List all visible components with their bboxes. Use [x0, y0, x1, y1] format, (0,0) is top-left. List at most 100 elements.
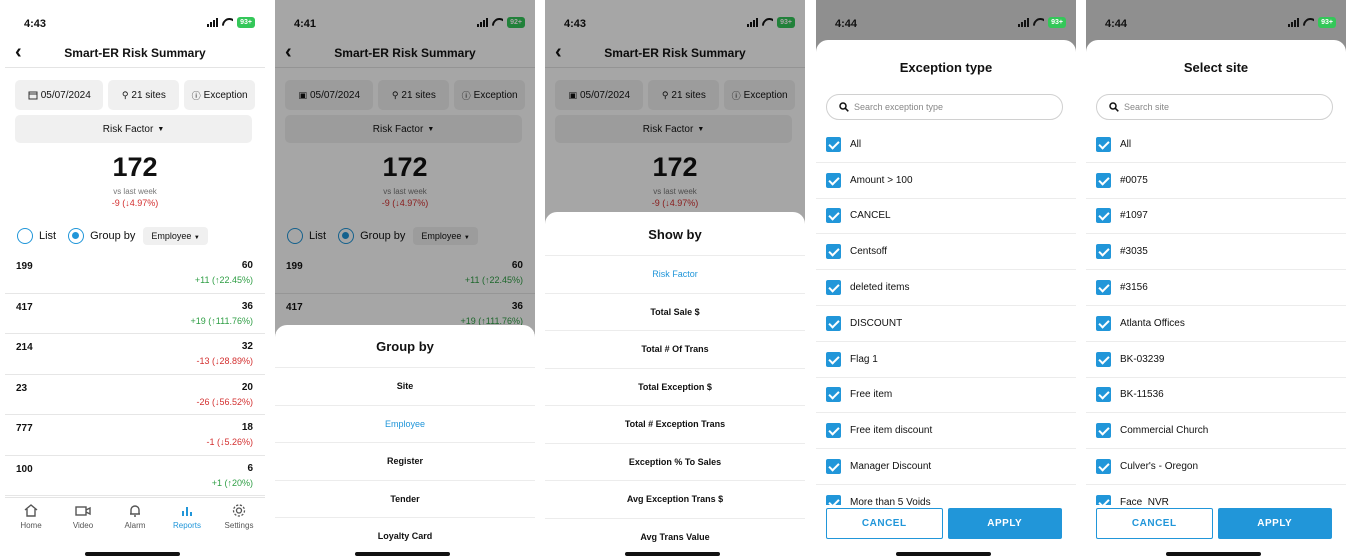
list-item[interactable]: Face_NVR — [1086, 485, 1346, 505]
exception-type-screen: 4:44 93+ Exception type Search exception… — [816, 0, 1076, 559]
checkbox-checked-icon[interactable] — [1096, 351, 1111, 367]
checkbox-checked-icon[interactable] — [1096, 208, 1111, 224]
list-item[interactable]: Free item — [816, 378, 1076, 414]
risk-summary-screen: 4:43 93+ ‹ Smart-ER Risk Summary 05/07/2… — [5, 0, 265, 559]
exception-filter-button[interactable]: ⓘ Exception — [184, 80, 255, 110]
list-radio[interactable] — [17, 228, 33, 244]
checkbox-checked-icon[interactable] — [826, 351, 841, 367]
checkbox-checked-icon[interactable] — [826, 494, 841, 505]
option-exception-pct-sales[interactable]: Exception % To Sales — [545, 442, 805, 481]
list-item[interactable]: #0075 — [1086, 163, 1346, 199]
cancel-button[interactable]: CANCEL — [826, 508, 943, 539]
option-avg-trans-value[interactable]: Avg Trans Value — [545, 517, 805, 556]
checkbox-checked-icon[interactable] — [1096, 387, 1111, 403]
checkbox-checked-icon[interactable] — [826, 387, 841, 403]
checkbox-checked-icon[interactable] — [826, 244, 841, 260]
tab-home[interactable]: Home — [5, 498, 57, 537]
cancel-button[interactable]: CANCEL — [1096, 508, 1213, 539]
checkbox-checked-icon[interactable] — [1096, 280, 1111, 296]
list-item[interactable]: Commercial Church — [1086, 413, 1346, 450]
checkbox-checked-icon[interactable] — [826, 280, 841, 296]
checkbox-checked-icon[interactable] — [826, 172, 841, 188]
list-item[interactable]: Atlanta Offices — [1086, 306, 1346, 342]
modal-title: Exception type — [899, 60, 993, 75]
list-item[interactable]: All — [816, 127, 1076, 163]
checkbox-checked-icon[interactable] — [1096, 459, 1111, 475]
group-by-sheet: Group by Site Employee Register Tender L… — [275, 325, 535, 559]
tab-bar: Home Video Alarm Reports Settings — [5, 497, 265, 537]
list-item[interactable]: BK-03239 — [1086, 342, 1346, 378]
tab-alarm[interactable]: Alarm — [109, 498, 161, 537]
list-item[interactable]: Manager Discount — [816, 449, 1076, 485]
status-time: 4:43 — [24, 18, 47, 30]
search-input[interactable]: Search site — [1096, 94, 1333, 120]
checkbox-checked-icon[interactable] — [1096, 423, 1111, 439]
list-item[interactable]: CANCEL — [816, 199, 1076, 235]
table-row[interactable]: 100 6 +1 (↑20%) — [5, 456, 265, 496]
list-item[interactable]: DISCOUNT — [816, 306, 1076, 342]
checkbox-checked-icon[interactable] — [1096, 136, 1111, 152]
bar-chart-icon — [182, 507, 192, 516]
list-item[interactable]: Flag 1 — [816, 342, 1076, 378]
table-row[interactable]: 199 60 +11 (↑22.45%) — [5, 253, 265, 294]
status-bar: 4:43 93+ — [5, 0, 265, 40]
home-indicator — [896, 552, 991, 556]
list-item[interactable]: Centsoff — [816, 234, 1076, 271]
risk-factor-dropdown[interactable]: Risk Factor ▼ — [15, 115, 252, 143]
table-row[interactable]: 417 36 +19 (↑111.76%) — [5, 294, 265, 334]
option-loyalty-card[interactable]: Loyalty Card — [275, 517, 535, 555]
option-employee[interactable]: Employee — [275, 404, 535, 443]
list-item[interactable]: #3035 — [1086, 234, 1346, 271]
list-item[interactable]: Culver's - Oregon — [1086, 449, 1346, 485]
list-item[interactable]: BK-11536 — [1086, 378, 1346, 414]
show-by-screen: 4:43 93+ ‹ Smart-ER Risk Summary ▣ 05/07/… — [545, 0, 805, 559]
apply-button[interactable]: APPLY — [1217, 508, 1332, 539]
checkbox-checked-icon[interactable] — [1096, 315, 1111, 331]
list-item[interactable]: More than 5 Voids — [816, 485, 1076, 505]
list-item[interactable]: All — [1086, 127, 1346, 163]
group-by-dropdown[interactable]: Employee ▼ — [143, 227, 208, 245]
option-total-exception[interactable]: Total Exception $ — [545, 367, 805, 406]
option-register[interactable]: Register — [275, 442, 535, 480]
signal-icon — [207, 18, 219, 27]
tab-reports[interactable]: Reports — [161, 498, 213, 537]
group-by-radio[interactable] — [68, 228, 85, 244]
page-title: Smart-ER Risk Summary — [64, 46, 206, 60]
checkbox-checked-icon[interactable] — [826, 208, 841, 224]
list-item[interactable]: Amount > 100 — [816, 163, 1076, 199]
option-total-trans[interactable]: Total # Of Trans — [545, 330, 805, 368]
checkbox-checked-icon[interactable] — [1096, 172, 1111, 188]
vs-label: vs last week — [113, 187, 157, 196]
checkbox-checked-icon[interactable] — [826, 423, 841, 439]
table-row[interactable]: 23 20 -26 (↓56.52%) — [5, 375, 265, 415]
checkbox-checked-icon[interactable] — [826, 459, 841, 475]
table-row[interactable]: 777 18 -1 (↓5.26%) — [5, 415, 265, 456]
list-item[interactable]: Free item discount — [816, 413, 1076, 450]
date-filter-button[interactable]: 05/07/2024 — [15, 80, 104, 110]
battery-icon: 93+ — [1048, 17, 1066, 28]
option-tender[interactable]: Tender — [275, 479, 535, 518]
checkbox-checked-icon[interactable] — [826, 136, 841, 152]
option-risk-factor[interactable]: Risk Factor — [545, 255, 805, 293]
option-total-exception-trans[interactable]: Total # Exception Trans — [545, 405, 805, 443]
checkbox-checked-icon[interactable] — [1096, 494, 1111, 505]
option-site[interactable]: Site — [275, 367, 535, 405]
modal-title: Select site — [1183, 60, 1249, 75]
apply-button[interactable]: APPLY — [947, 508, 1062, 539]
bell-icon — [130, 505, 140, 517]
home-icon — [24, 504, 38, 517]
select-site-screen: 4:44 93+ Select site Search site All #00… — [1086, 0, 1346, 559]
home-indicator — [355, 552, 450, 556]
option-total-sale[interactable]: Total Sale $ — [545, 292, 805, 331]
tab-settings[interactable]: Settings — [213, 498, 265, 537]
checkbox-checked-icon[interactable] — [1096, 244, 1111, 260]
search-input[interactable]: Search exception type — [826, 94, 1063, 120]
checkbox-checked-icon[interactable] — [826, 315, 841, 331]
list-item[interactable]: #1097 — [1086, 199, 1346, 235]
list-item[interactable]: deleted items — [816, 270, 1076, 306]
table-row[interactable]: 214 32 -13 (↓28.89%) — [5, 334, 265, 375]
tab-video[interactable]: Video — [57, 498, 109, 537]
list-item[interactable]: #3156 — [1086, 270, 1346, 306]
option-avg-exception-trans[interactable]: Avg Exception Trans $ — [545, 480, 805, 518]
sites-filter-button[interactable]: ⚲ 21 sites — [108, 80, 180, 110]
